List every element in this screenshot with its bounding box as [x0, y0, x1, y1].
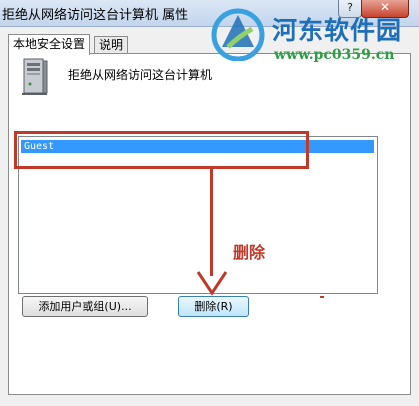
annotation-label: 删除: [233, 243, 266, 262]
watermark-url: www.pc0359.cn: [274, 47, 395, 63]
annotation-arrow-head-icon: [196, 271, 228, 296]
watermark-logo-icon: [211, 8, 265, 61]
add-user-or-group-button[interactable]: 添加用户或组(U)...: [22, 296, 148, 317]
tab-explain[interactable]: 说明: [94, 36, 129, 54]
annotation-highlight-box: [14, 131, 309, 169]
annotation-arrow-line: [210, 168, 213, 276]
server-icon: [22, 58, 48, 95]
policy-name: 拒绝从网络访问这台计算机: [68, 68, 213, 82]
window-title: 拒绝从网络访问这台计算机 属性: [2, 8, 189, 23]
watermark-title: 河东软件园: [272, 16, 403, 45]
watermark: 河东软件园 www.pc0359.cn: [206, 5, 419, 73]
remove-button[interactable]: 删除(R): [178, 296, 249, 317]
annotation-mark: [320, 296, 324, 298]
tab-local-security-setting[interactable]: 本地安全设置: [8, 34, 91, 55]
